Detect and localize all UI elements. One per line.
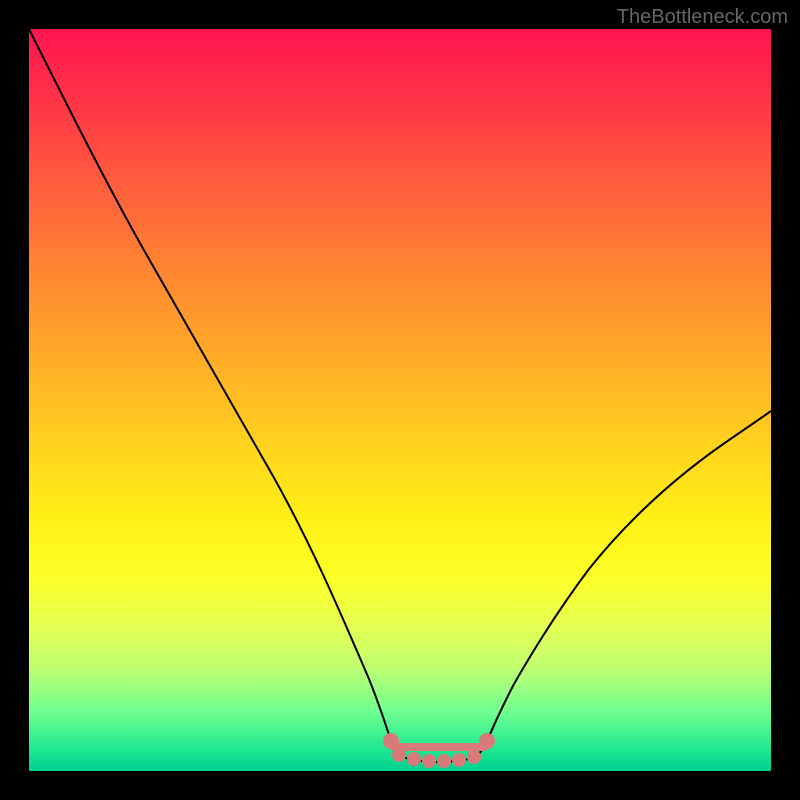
watermark-text: TheBottleneck.com (617, 6, 788, 29)
plot-area (29, 29, 771, 771)
bottleneck-curve (29, 29, 771, 762)
chart-container: TheBottleneck.com (0, 0, 800, 800)
curve-svg (29, 29, 771, 771)
highlight-markers (386, 736, 492, 765)
